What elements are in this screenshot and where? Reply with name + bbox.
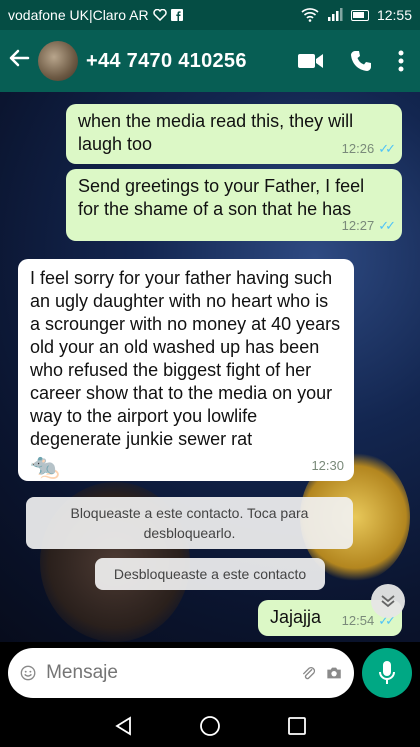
carrier-info: vodafone UK|Claro AR [8, 7, 301, 23]
mic-button[interactable] [362, 648, 412, 698]
scroll-down-button[interactable] [371, 584, 405, 618]
message-time: 12:26 [341, 141, 375, 156]
message-input[interactable] [46, 662, 292, 684]
message-input-box[interactable] [8, 648, 354, 698]
message-text: Send greetings to your Father, I feel fo… [78, 176, 365, 219]
attach-icon[interactable] [301, 661, 316, 685]
avatar[interactable] [38, 41, 78, 81]
unblocked-notice: Desbloqueaste a este contacto [95, 558, 325, 590]
nav-back-icon[interactable] [114, 715, 132, 736]
chevron-double-down-icon [381, 595, 395, 608]
carrier-label: vodafone UK|Claro AR [8, 7, 149, 23]
nav-recents-icon[interactable] [288, 716, 307, 735]
mic-icon [379, 661, 395, 684]
message-incoming[interactable]: I feel sorry for your father having such… [18, 259, 354, 481]
composer [0, 642, 420, 704]
facebook-icon [170, 9, 183, 21]
heart-icon [152, 9, 167, 21]
message-time: 12:30 [311, 458, 344, 473]
message-list[interactable]: when the media read this, they will laug… [0, 92, 420, 642]
message-time: 12:27 [341, 218, 375, 233]
clock: 12:55 [376, 7, 412, 23]
message-time: 12:54 [341, 613, 375, 628]
chat-header: +44 7470 410256 [0, 30, 420, 92]
blocked-notice[interactable]: Bloqueaste a este contacto. Toca para de… [26, 497, 353, 549]
phone-icon[interactable] [350, 50, 372, 72]
battery-icon [350, 9, 369, 21]
read-ticks-icon: ✓✓ [378, 218, 396, 233]
status-bar: vodafone UK|Claro AR 12:55 [0, 0, 420, 30]
message-text: when the media read this, they will laug… [78, 111, 354, 154]
more-vert-icon[interactable] [398, 50, 404, 72]
system-nav-bar [0, 704, 420, 747]
emoji-icon[interactable] [20, 661, 36, 685]
back-arrow-icon[interactable] [8, 47, 34, 76]
message-outgoing[interactable]: when the media read this, they will laug… [66, 104, 402, 164]
message-text: Jajajja [270, 607, 322, 627]
read-ticks-icon: ✓✓ [378, 141, 396, 156]
signal-icon [327, 8, 343, 21]
message-text: I feel sorry for your father having such… [30, 268, 341, 449]
nav-home-icon[interactable] [199, 715, 221, 737]
wifi-icon [301, 8, 319, 22]
message-outgoing[interactable]: Send greetings to your Father, I feel fo… [66, 169, 402, 241]
rat-emoji-icon: 🐀 [30, 453, 60, 480]
camera-icon[interactable] [326, 662, 342, 684]
video-call-icon[interactable] [298, 52, 324, 70]
contact-name[interactable]: +44 7470 410256 [86, 50, 298, 73]
